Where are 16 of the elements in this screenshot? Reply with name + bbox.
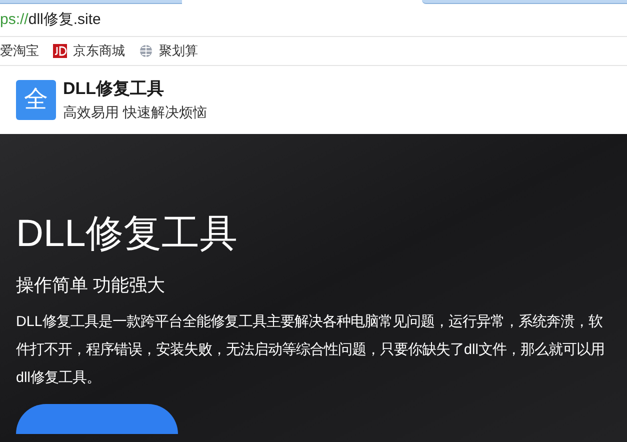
jd-logo-icon xyxy=(53,44,67,58)
hero-title: DLL修复工具 xyxy=(16,212,239,257)
browser-tab[interactable] xyxy=(422,0,627,4)
browser-tab[interactable] xyxy=(0,0,182,4)
bookmark-item[interactable]: 京东商城 xyxy=(53,41,125,61)
site-logo: 全 xyxy=(16,80,56,120)
bookmark-item[interactable]: 爱淘宝 xyxy=(0,41,39,61)
url-scheme: ps:// xyxy=(0,10,28,30)
hero-subtitle: 操作简单 功能强大 xyxy=(16,274,166,297)
site-title: DLL修复工具 xyxy=(63,78,166,100)
site-tagline: 高效易用 快速解决烦恼 xyxy=(63,103,207,122)
url-text: dll修复.site xyxy=(28,10,101,30)
hero-description: DLL修复工具是一款跨平台全能修复工具主要解决各种电脑常见问题，运行异常，系统奔溃，软件打不开，程序错误，安装失败，无法启动等综合性问题，只要你缺失了dll文件，那么就可以用dll修复工具。 xyxy=(16,312,606,388)
bookmark-item[interactable]: 聚划算 xyxy=(139,41,198,61)
globe-icon xyxy=(139,44,153,58)
address-bar[interactable]: ps://dll修复.site xyxy=(0,4,627,37)
